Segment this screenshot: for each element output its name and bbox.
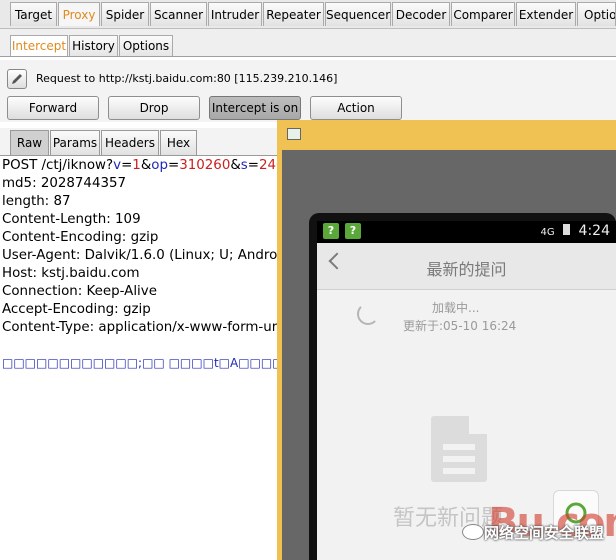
- document-icon: [431, 416, 487, 482]
- tab-repeater[interactable]: Repeater: [263, 2, 324, 26]
- tab-headers[interactable]: Headers: [101, 130, 159, 155]
- action-button[interactable]: Action: [310, 96, 402, 120]
- tab-intercept[interactable]: Intercept: [10, 35, 68, 57]
- tab-extender[interactable]: Extender: [516, 2, 576, 26]
- binary-body: □□□□□□□□□□□□;□□ □□□□t□A□□□□□W □□□: [2, 356, 278, 370]
- tab-options[interactable]: Options: [577, 2, 616, 26]
- intercept-toggle-button[interactable]: Intercept is on: [209, 96, 301, 120]
- header-line: Accept-Encoding: gzip: [2, 302, 151, 317]
- tab-decoder[interactable]: Decoder: [392, 2, 450, 26]
- main-tab-bar: Target Proxy Spider Scanner Intruder Rep…: [0, 0, 616, 29]
- tab-spider[interactable]: Spider: [101, 2, 149, 26]
- status-right: 4G 4:24: [541, 223, 610, 239]
- tab-raw[interactable]: Raw: [10, 130, 49, 155]
- app-bar: 最新的提问: [317, 243, 616, 290]
- header-line: length: 87: [2, 194, 71, 209]
- intercept-toolbar: Forward Drop Intercept is on Action: [0, 94, 616, 122]
- loading-text: 加载中...: [432, 301, 480, 315]
- tab-hex[interactable]: Hex: [160, 130, 197, 155]
- header-line: Content-Encoding: gzip: [2, 230, 159, 245]
- tab-history[interactable]: History: [69, 35, 118, 57]
- request-target-label: Request to http://kstj.baidu.com:80 [115…: [36, 72, 338, 85]
- drop-button[interactable]: Drop: [108, 96, 200, 120]
- request-info-row: Request to http://kstj.baidu.com:80 [115…: [0, 60, 616, 94]
- message-tab-bar: Raw Params Headers Hex: [0, 128, 280, 156]
- status-bar: ? ? 4G 4:24: [317, 221, 616, 243]
- wechat-icon: [462, 524, 484, 540]
- pencil-icon[interactable]: [7, 69, 27, 89]
- window-icon: [287, 128, 301, 140]
- tab-divider: [0, 56, 616, 57]
- app-title: 最新的提问: [426, 260, 507, 279]
- forward-button[interactable]: Forward: [7, 96, 99, 120]
- watermark-text: 网络空间安全联盟: [484, 524, 605, 542]
- header-line: Content-Length: 109: [2, 212, 141, 227]
- header-line: User-Agent: Dalvik/1.6.0 (Linux; U; Andr…: [2, 248, 278, 263]
- battery-icon: [563, 224, 571, 235]
- clock: 4:24: [578, 223, 610, 239]
- emulator-window: ? ? 4G 4:24 最新的提问 加载中... 更新于:05-10 16:24: [277, 120, 616, 560]
- header-line: Host: kstj.baidu.com: [2, 266, 140, 281]
- proxy-tab-bar: Intercept History Options: [0, 29, 616, 57]
- updated-time: 更新于:05-10 16:24: [403, 319, 517, 333]
- tab-scanner[interactable]: Scanner: [150, 2, 207, 26]
- raw-request-editor[interactable]: POST /ctj/iknow?v=1&op=310260&s=240* md5…: [0, 157, 278, 560]
- request-line: POST /ctj/iknow?v=1&op=310260&s=240*: [2, 158, 278, 173]
- tab-params[interactable]: Params: [50, 130, 100, 155]
- signal-icon: 4G: [540, 227, 555, 238]
- header-line: Connection: Keep-Alive: [2, 284, 157, 299]
- header-line: md5: 2028744357: [2, 176, 127, 191]
- loading-spinner-icon: [357, 303, 379, 325]
- notification-icon: ?: [323, 223, 339, 239]
- tab-intruder[interactable]: Intruder: [208, 2, 262, 26]
- emulator-viewport: ? ? 4G 4:24 最新的提问 加载中... 更新于:05-10 16:24: [282, 150, 616, 560]
- tab-sequencer[interactable]: Sequencer: [325, 2, 391, 26]
- header-line: Content-Type: application/x-www-form-url…: [2, 320, 278, 335]
- tab-target[interactable]: Target: [10, 2, 57, 26]
- notification-icon: ?: [345, 223, 361, 239]
- tab-comparer[interactable]: Comparer: [451, 2, 515, 26]
- tab-proxy[interactable]: Proxy: [58, 2, 100, 26]
- emulator-titlebar[interactable]: [277, 120, 616, 148]
- tab-proxy-options[interactable]: Options: [119, 35, 173, 57]
- message-tab-divider: [0, 155, 280, 156]
